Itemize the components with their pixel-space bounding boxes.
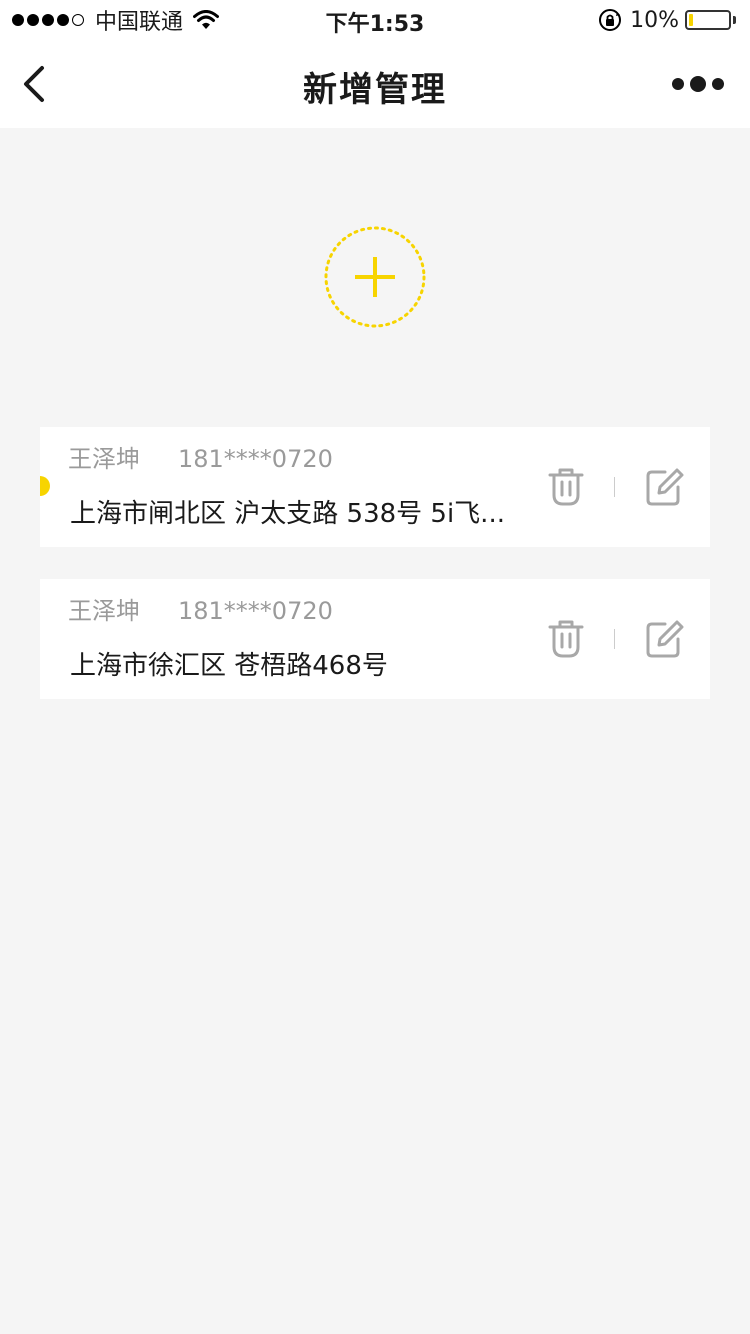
navigation-bar: 新增管理	[0, 40, 750, 128]
battery-cap	[733, 16, 736, 24]
edit-icon[interactable]	[643, 619, 685, 659]
address-card[interactable]: 王泽坤 181****0720 上海市闸北区 沪太支路 538号 5i飞...	[40, 427, 710, 547]
battery-level	[689, 14, 693, 26]
edit-icon[interactable]	[643, 467, 685, 507]
battery-icon	[685, 10, 731, 30]
contact-name: 王泽坤	[68, 445, 140, 473]
status-bar: 中国联通 下午1:53 10%	[0, 0, 750, 40]
more-dots-icon[interactable]	[670, 70, 726, 98]
address-text: 上海市闸北区 沪太支路 538号 5i飞...	[70, 499, 505, 529]
page-title: 新增管理	[303, 70, 447, 110]
battery-percent: 10%	[630, 7, 679, 33]
plus-icon	[355, 257, 395, 297]
battery-area: 10%	[598, 6, 736, 34]
action-divider	[614, 477, 615, 497]
trash-icon[interactable]	[546, 619, 586, 659]
address-text: 上海市徐汇区 苍梧路468号	[70, 651, 388, 681]
add-address-button[interactable]	[324, 226, 426, 328]
rotation-lock-icon	[599, 9, 622, 31]
trash-icon[interactable]	[546, 467, 586, 507]
contact-name: 王泽坤	[68, 597, 140, 625]
address-card[interactable]: 王泽坤 181****0720 上海市徐汇区 苍梧路468号	[40, 579, 710, 699]
action-divider	[614, 629, 615, 649]
contact-phone: 181****0720	[178, 597, 333, 625]
contact-phone: 181****0720	[178, 445, 333, 473]
default-address-marker	[40, 476, 50, 496]
